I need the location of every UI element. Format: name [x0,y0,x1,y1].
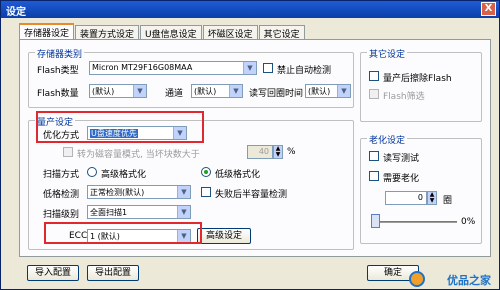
read-write-time-select[interactable]: (默认) ▼ [305,84,351,98]
chevron-down-icon: ▼ [177,206,190,218]
chevron-down-icon: ▼ [177,186,190,198]
read-write-test-checkbox[interactable] [369,151,379,161]
other-settings-group: 其它设定 量产后擦除Flash Flash筛选 [360,47,482,122]
scan-low-label: 低级格式化 [215,170,261,180]
erase-after-production-label: 量产后擦除Flash [383,74,452,84]
scan-high-radio[interactable] [87,167,97,177]
aging-progress-label: 0% [461,217,476,227]
conversion-unit: % [287,147,296,157]
flash-type-label: Flash类型 [37,66,79,76]
watermark-text: 优品之家 [447,274,491,287]
tab-other[interactable]: 其它设定 [258,25,305,40]
aging-settings-title: 老化设定 [367,133,408,146]
disable-auto-detect-label: 禁止自动检测 [277,66,332,76]
highlight-optimize-box [36,111,204,143]
low-detect-select[interactable]: 正常检测(默认) ▼ [87,185,191,199]
fail-half-label: 失败后半容量检测 [215,190,288,200]
channel-value: (默认) [194,87,217,96]
scan-high-label: 高级格式化 [101,170,147,180]
read-write-time-value: (默认) [308,87,331,96]
storage-group: 存储器类别 Flash类型 Micron MT29F16G08MAA ▼ 禁止自… [28,47,354,108]
advanced-settings-button[interactable]: 高级设定 [197,228,251,244]
tab-device-mode[interactable]: 装置方式设定 [75,25,140,40]
need-aging-checkbox[interactable] [369,171,379,181]
conversion-input[interactable]: 40 [247,145,273,159]
scan-mode-label: 扫描方式 [43,170,80,180]
aging-slider-thumb[interactable] [371,214,380,228]
highlight-ecc-box [44,222,202,244]
flash-type-select[interactable]: Micron MT29F16G08MAA ▼ [89,61,257,75]
import-config-button[interactable]: 导入配置 [27,265,79,281]
tab-bad-sector[interactable]: 坏磁区设定 [202,25,258,40]
chevron-down-icon: ▼ [337,85,350,97]
conversion-label: 转为磁容量模式, 当坏块数大于 [77,150,200,160]
conversion-checkbox[interactable] [63,147,73,157]
aging-slider-track[interactable] [371,221,457,223]
tab-usb-info[interactable]: U盘信息设定 [140,25,202,40]
fail-half-checkbox[interactable] [201,187,211,197]
scan-level-select[interactable]: 全面扫描1 ▼ [87,205,191,219]
close-button[interactable]: X [481,2,496,16]
chevron-down-icon: ▼ [229,85,242,97]
conversion-spinner[interactable]: ▲ ▼ [273,145,283,159]
flash-count-label: Flash数量 [37,89,79,99]
channel-label: 通道 [165,89,184,99]
disable-auto-detect-checkbox[interactable] [263,63,273,73]
aging-cycles-unit: 圈 [443,196,453,206]
read-write-test-label: 读写测试 [383,154,420,164]
read-write-time-label: 读写回圈时间 [249,89,304,99]
low-detect-value: 正常检测(默认) [90,188,145,197]
scan-level-value: 全面扫描1 [90,208,128,217]
chevron-down-icon: ▼ [133,85,146,97]
low-detect-label: 低格检测 [43,190,80,200]
other-settings-title: 其它设定 [367,47,408,60]
tab-panel-storage: 存储器类别 Flash类型 Micron MT29F16G08MAA ▼ 禁止自… [19,39,491,257]
scan-low-radio[interactable] [201,167,211,177]
aging-settings-group: 老化设定 读写测试 需要老化 0 ▲ ▼ 圈 0% [360,133,482,244]
flash-type-value: Micron MT29F16G08MAA [92,63,193,72]
window-title: 设定 [6,7,26,18]
need-aging-label: 需要老化 [383,174,420,184]
watermark-logo-icon [409,271,425,287]
tab-storage[interactable]: 存储器设定 [19,23,75,40]
settings-dialog: 设定 X 存储器设定 装置方式设定 U盘信息设定 坏磁区设定 其它设定 存储器类… [0,0,500,290]
storage-group-title: 存储器类别 [35,47,85,60]
export-config-button[interactable]: 导出配置 [87,265,139,281]
title-bar[interactable]: 设定 X [1,1,499,18]
aging-cycles-input[interactable]: 0 [385,191,427,205]
flash-filter-label: Flash筛选 [383,92,425,102]
aging-cycles-spinner[interactable]: ▲ ▼ [427,191,437,205]
flash-filter-checkbox[interactable] [369,89,379,99]
chevron-down-icon: ▼ [243,62,256,74]
tab-strip: 存储器设定 装置方式设定 U盘信息设定 坏磁区设定 其它设定 [19,23,306,40]
erase-after-production-checkbox[interactable] [369,71,379,81]
flash-count-value: (默认) [92,87,115,96]
flash-count-select[interactable]: (默认) ▼ [89,84,147,98]
channel-select[interactable]: (默认) ▼ [191,84,243,98]
scan-level-label: 扫描级别 [43,210,80,220]
